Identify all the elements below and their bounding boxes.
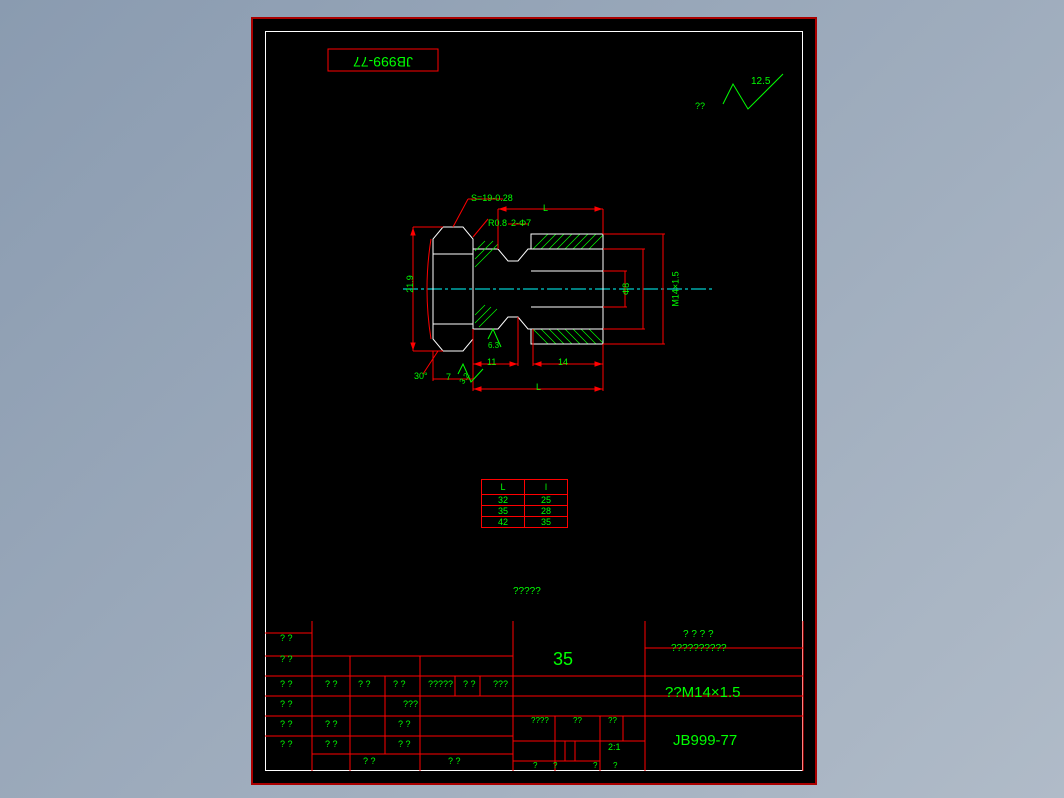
dim-30deg: 30° xyxy=(414,371,428,381)
tb-q: ? ? xyxy=(280,654,293,664)
cell: 35 xyxy=(482,506,525,517)
dim-2phi7: 2-Φ7 xyxy=(511,218,531,228)
tb-partno: JB999-77 xyxy=(673,732,737,749)
tech-req: ????? xyxy=(513,586,541,597)
dim-r08: R0.8 xyxy=(488,218,507,228)
cell: 32 xyxy=(482,495,525,506)
tb-q: ? ? xyxy=(393,679,406,689)
tb-q: ????? xyxy=(428,679,453,689)
tb-q: ? ? xyxy=(398,739,411,749)
tb-q: ? xyxy=(553,761,557,770)
th-L: L xyxy=(482,480,525,495)
tb-q: ? ? xyxy=(448,756,461,766)
tb-q: ? xyxy=(533,761,537,770)
cell: 28 xyxy=(525,506,568,517)
mirrored-label: JB999-77 xyxy=(328,49,448,79)
dim-m14: M14×1.5 xyxy=(671,271,681,306)
dim-phi8: Φ8 xyxy=(621,283,631,295)
dimension-table: Ll 3225 3528 4235 xyxy=(481,479,568,528)
qmark-top: ?? xyxy=(695,101,705,111)
cell: 42 xyxy=(482,517,525,528)
svg-text:12.5: 12.5 xyxy=(751,76,771,87)
tb-thread: ??M14×1.5 xyxy=(665,684,740,701)
tb-q: ???? xyxy=(531,716,549,725)
tb-q: ? ? xyxy=(280,679,293,689)
dim-14: 14 xyxy=(558,357,568,367)
tb-q: ?? xyxy=(608,716,617,725)
dim-11: 11 xyxy=(487,357,496,367)
surface-finish-symbol: 12.5 xyxy=(693,69,793,119)
tb-q: ? ? xyxy=(398,719,411,729)
th-l: l xyxy=(525,480,568,495)
tb-q: ? xyxy=(593,761,597,770)
dim-s: S=19-0.28 xyxy=(471,193,513,203)
tb-q: ??? xyxy=(403,699,418,709)
tb-q: ? ? xyxy=(325,739,338,749)
dim-7: 7 xyxy=(446,372,451,382)
tb-material: 35 xyxy=(553,649,573,670)
dim-219: 21.9 xyxy=(405,275,415,293)
tb-q: ?????????? xyxy=(671,643,727,654)
dim-L-top: L xyxy=(543,203,548,213)
tb-scale: 2:1 xyxy=(608,742,621,752)
tb-q: ? ? xyxy=(280,739,293,749)
dim-L-bot: L xyxy=(536,382,541,392)
tb-q: ? ? xyxy=(463,679,476,689)
cell: 25 xyxy=(525,495,568,506)
tb-q: ?? xyxy=(573,716,582,725)
tb-q: ? ? ? ? xyxy=(683,629,714,640)
tb-q: ? xyxy=(613,761,617,770)
tb-q: ? ? xyxy=(280,633,293,643)
drawing-sheet: JB999-77 12.5 ?? S=19-0.28 R0.8 21.9 30°… xyxy=(251,17,817,785)
tb-q: ? ? xyxy=(280,699,293,709)
canvas: JB999-77 12.5 ?? S=19-0.28 R0.8 21.9 30°… xyxy=(0,0,1064,798)
tb-q: ? ? xyxy=(280,719,293,729)
svg-text:JB999-77: JB999-77 xyxy=(353,54,413,70)
tb-q: ? ? xyxy=(363,756,376,766)
cell: 35 xyxy=(525,517,568,528)
tb-q: ??? xyxy=(493,679,508,689)
tb-q: ? ? xyxy=(358,679,371,689)
tb-q: ? ? xyxy=(325,679,338,689)
surf-63: 6.3 xyxy=(488,341,499,350)
tb-q: ? ? xyxy=(325,719,338,729)
